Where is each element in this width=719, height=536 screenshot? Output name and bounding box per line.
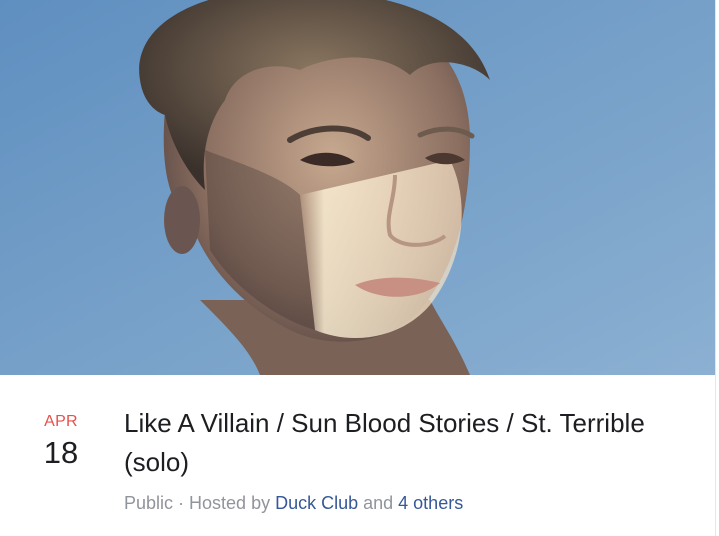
host-link[interactable]: Duck Club [275, 493, 358, 513]
portrait-image [0, 0, 715, 375]
event-details: Like A Villain / Sun Blood Stories / St.… [124, 404, 709, 514]
event-date-day: 18 [43, 435, 79, 470]
event-meta: Public · Hosted by Duck Club and 4 other… [124, 492, 709, 514]
card-border [715, 0, 719, 536]
event-privacy: Public [124, 493, 174, 513]
and-label: and [358, 493, 399, 513]
event-card: APR 18 Like A Villain / Sun Blood Storie… [0, 0, 719, 536]
hosted-by-label: Hosted by [189, 493, 276, 513]
event-date: APR 18 [36, 413, 86, 471]
meta-separator: · [173, 493, 190, 513]
event-title[interactable]: Like A Villain / Sun Blood Stories / St.… [124, 404, 709, 482]
event-cover-photo[interactable] [0, 0, 715, 375]
event-date-month: APR [44, 413, 78, 430]
other-hosts-link[interactable]: 4 others [398, 493, 463, 513]
